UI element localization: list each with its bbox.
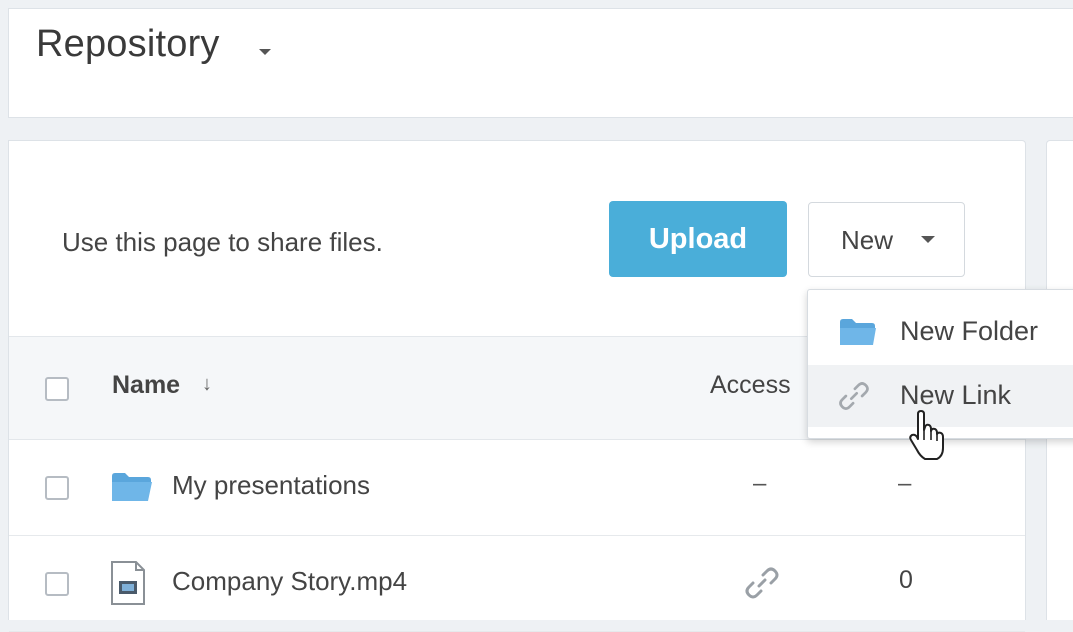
row-name[interactable]: My presentations [172, 470, 370, 501]
row-count-value: – [898, 470, 912, 497]
row-access-value: – [753, 470, 767, 497]
table-row[interactable]: My presentations – – [9, 440, 1025, 536]
column-header-access[interactable]: Access [710, 371, 791, 400]
page-title[interactable]: Repository [36, 23, 220, 66]
menu-item-label: New Link [900, 380, 1012, 410]
menu-item-new-folder[interactable]: New Folder [808, 301, 1073, 363]
intro-text: Use this page to share files. [62, 227, 383, 257]
upload-button[interactable]: Upload [609, 201, 787, 277]
row-checkbox[interactable] [45, 572, 69, 596]
caret-down-icon[interactable] [259, 49, 271, 55]
link-icon [836, 378, 872, 414]
new-button[interactable]: New [808, 202, 965, 277]
folder-icon [838, 316, 878, 348]
video-file-icon [110, 560, 146, 606]
row-name[interactable]: Company Story.mp4 [172, 566, 407, 597]
caret-down-icon [921, 236, 935, 243]
table-row[interactable]: Company Story.mp4 0 [9, 536, 1025, 632]
link-icon[interactable] [742, 563, 782, 603]
row-count-value: 0 [899, 566, 913, 594]
row-checkbox[interactable] [45, 476, 69, 500]
new-button-label: New [841, 225, 894, 255]
select-all-checkbox[interactable] [45, 377, 69, 401]
sort-down-icon[interactable]: ↓ [202, 373, 212, 396]
page-header: Repository [8, 8, 1073, 118]
menu-item-label: New Folder [900, 316, 1039, 346]
column-header-name[interactable]: Name [112, 371, 180, 400]
hand-cursor-icon [906, 410, 950, 462]
folder-icon [110, 470, 154, 504]
